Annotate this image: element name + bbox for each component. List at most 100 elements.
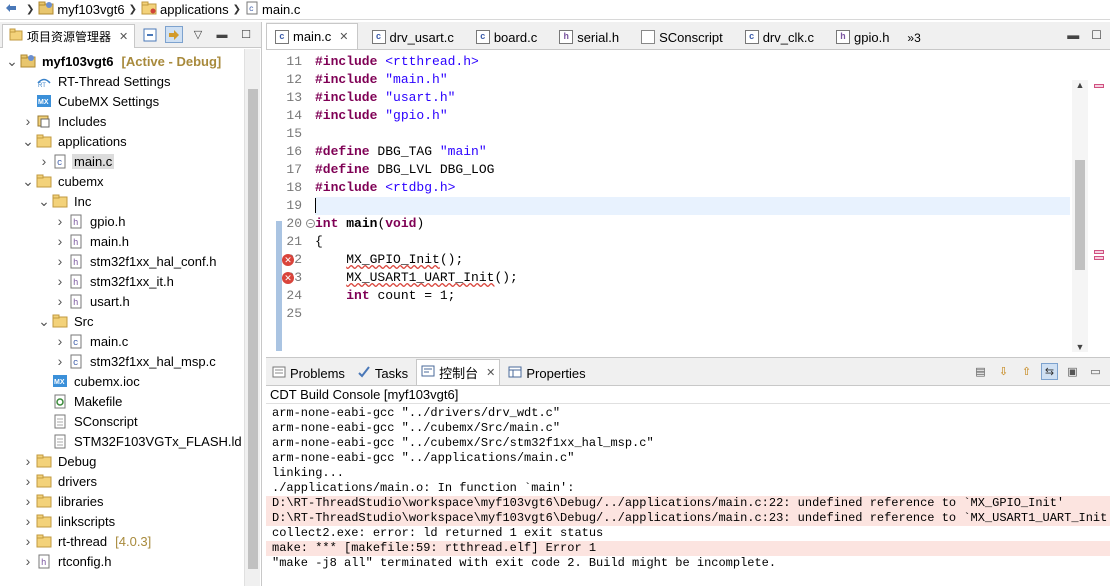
tree-item[interactable]: › Includes bbox=[22, 111, 108, 131]
tree-item[interactable]: Makefile bbox=[38, 391, 124, 411]
code-line[interactable]: MX_USART1_UART_Init(); bbox=[315, 269, 1070, 287]
code-area[interactable]: 11 12 13 14 15 16 17 18 19 20−21 22 ✕ 23 ✕ 24 25 #inclu… bbox=[266, 51, 1110, 368]
chevron-down-icon[interactable]: ⌄ bbox=[38, 313, 50, 330]
tree-item[interactable]: ⌄ cubemx bbox=[22, 171, 106, 191]
chevron-right-icon[interactable]: › bbox=[38, 153, 50, 169]
fold-toggle-icon[interactable]: − bbox=[306, 219, 315, 228]
previous-error-icon[interactable]: ⇧ bbox=[1018, 363, 1035, 380]
code-line[interactable]: MX_GPIO_Init(); bbox=[315, 251, 1070, 269]
code-line[interactable]: #define DBG_LVL DBG_LOG bbox=[315, 161, 1070, 179]
chevron-right-icon[interactable]: › bbox=[54, 353, 66, 369]
tree-item[interactable]: MX cubemx.ioc bbox=[38, 371, 142, 391]
minimize-icon[interactable]: ▬ bbox=[1067, 28, 1079, 42]
collapse-all-icon[interactable] bbox=[141, 26, 159, 43]
chevron-right-icon[interactable]: › bbox=[54, 273, 66, 289]
breadcrumb-item-project[interactable]: myf103vgt6 bbox=[38, 1, 125, 18]
tree-item[interactable]: › c stm32f1xx_hal_msp.c bbox=[54, 351, 218, 371]
tree-item[interactable]: MX CubeMX Settings bbox=[22, 91, 161, 111]
scroll-up-icon[interactable]: ▲ bbox=[1072, 80, 1088, 90]
chevron-right-icon[interactable]: › bbox=[22, 553, 34, 569]
tree-item[interactable]: › libraries bbox=[22, 491, 106, 511]
view-menu-icon[interactable]: ▽ bbox=[189, 26, 207, 43]
tree-item[interactable]: › linkscripts bbox=[22, 511, 117, 531]
error-overview-marker[interactable] bbox=[1094, 250, 1104, 254]
console-view-tab[interactable]: Problems bbox=[268, 361, 349, 385]
tree-item[interactable]: › c main.c bbox=[38, 151, 115, 171]
chevron-right-icon[interactable]: › bbox=[54, 293, 66, 309]
code-line[interactable]: { bbox=[315, 233, 1070, 251]
display-selected-console-icon[interactable]: ▭ bbox=[1087, 363, 1104, 380]
editor-tab[interactable]: h gpio.h bbox=[828, 25, 897, 49]
code-line[interactable]: int main(void) bbox=[315, 215, 1070, 233]
breadcrumb-item-file[interactable]: c main.c bbox=[245, 1, 300, 18]
error-marker-icon[interactable]: ✕ bbox=[282, 272, 294, 284]
close-icon[interactable]: ✕ bbox=[339, 30, 348, 43]
tree-item[interactable]: › h main.h bbox=[54, 231, 131, 251]
chevron-right-icon[interactable]: › bbox=[54, 233, 66, 249]
tree-item[interactable]: ⌄ applications bbox=[22, 131, 129, 151]
code-line[interactable] bbox=[315, 305, 1070, 323]
nav-back-icon[interactable] bbox=[4, 1, 18, 18]
chevron-right-icon[interactable]: › bbox=[54, 213, 66, 229]
scrollbar-thumb[interactable] bbox=[1075, 160, 1085, 270]
link-with-editor-icon[interactable] bbox=[165, 26, 183, 43]
chevron-right-icon[interactable]: › bbox=[22, 493, 34, 509]
code-line[interactable] bbox=[315, 125, 1070, 143]
project-tree-scrollbar[interactable] bbox=[244, 49, 260, 586]
tree-item[interactable]: STM32F103VGTx_FLASH.ld bbox=[38, 431, 244, 451]
tree-item[interactable]: › drivers bbox=[22, 471, 99, 491]
chevron-down-icon[interactable]: ⌄ bbox=[22, 173, 34, 190]
tree-item[interactable]: › c main.c bbox=[54, 331, 130, 351]
scrollbar-thumb[interactable] bbox=[248, 89, 258, 569]
chevron-right-icon[interactable]: › bbox=[54, 253, 66, 269]
code-text[interactable]: #include <rtthread.h> #include "main.h" #i… bbox=[315, 51, 1070, 352]
tree-item[interactable]: › h stm32f1xx_hal_conf.h bbox=[54, 251, 218, 271]
chevron-right-icon[interactable]: › bbox=[22, 533, 34, 549]
code-line[interactable]: #include <rtthread.h> bbox=[315, 53, 1070, 71]
editor-tab[interactable]: c board.c bbox=[468, 25, 545, 49]
open-console-icon[interactable]: ▣ bbox=[1064, 363, 1081, 380]
tree-item[interactable]: › h gpio.h bbox=[54, 211, 127, 231]
editor-tab[interactable]: SConscript bbox=[633, 25, 731, 49]
chevron-right-icon[interactable]: › bbox=[54, 333, 66, 349]
chevron-down-icon[interactable]: ⌄ bbox=[38, 193, 50, 210]
tree-item[interactable]: RT RT-Thread Settings bbox=[22, 71, 172, 91]
close-icon[interactable]: ✕ bbox=[119, 30, 128, 43]
error-overview-marker[interactable] bbox=[1094, 84, 1104, 88]
tree-item[interactable]: ⌄ Inc bbox=[38, 191, 93, 211]
tree-item[interactable]: ⌄ Src bbox=[38, 311, 96, 331]
tree-item[interactable]: ⌄ myf103vgt6 [Active - Debug] bbox=[6, 51, 221, 71]
editor-tab[interactable]: c drv_clk.c bbox=[737, 25, 822, 49]
scroll-lock-icon[interactable]: ⇆ bbox=[1041, 363, 1058, 380]
tree-item[interactable]: › h stm32f1xx_it.h bbox=[54, 271, 176, 291]
tree-item[interactable]: › h rtconfig.h bbox=[22, 551, 113, 571]
error-marker-icon[interactable]: ✕ bbox=[282, 254, 294, 266]
code-line[interactable]: #define DBG_TAG "main" bbox=[315, 143, 1070, 161]
next-error-icon[interactable]: ⇩ bbox=[995, 363, 1012, 380]
chevron-down-icon[interactable]: ⌄ bbox=[6, 53, 18, 70]
console-list-icon[interactable]: ▤ bbox=[972, 363, 989, 380]
code-line[interactable]: #include <rtdbg.h> bbox=[315, 179, 1070, 197]
code-line[interactable]: #include "main.h" bbox=[315, 71, 1070, 89]
console-view-tab[interactable]: Tasks bbox=[353, 361, 412, 385]
minimize-icon[interactable]: ▬ bbox=[213, 26, 231, 43]
console-output[interactable]: arm-none-eabi-gcc "../drivers/drv_wdt.c"… bbox=[266, 406, 1110, 586]
tree-item[interactable]: › h usart.h bbox=[54, 291, 132, 311]
tab-overflow[interactable]: »3 bbox=[907, 31, 920, 45]
tree-item[interactable]: › rt-thread [4.0.3] bbox=[22, 531, 152, 551]
tab-project-explorer[interactable]: 项目资源管理器 ✕ bbox=[2, 23, 136, 48]
chevron-right-icon[interactable]: › bbox=[22, 513, 34, 529]
tree-item[interactable]: SConscript bbox=[38, 411, 140, 431]
chevron-down-icon[interactable]: ⌄ bbox=[22, 133, 34, 150]
scroll-down-icon[interactable]: ▼ bbox=[1072, 342, 1088, 352]
tree-item[interactable]: › Debug bbox=[22, 451, 98, 471]
chevron-right-icon[interactable]: › bbox=[22, 473, 34, 489]
code-line[interactable] bbox=[315, 197, 1070, 215]
chevron-right-icon[interactable]: › bbox=[22, 113, 34, 129]
code-line[interactable]: #include "usart.h" bbox=[315, 89, 1070, 107]
close-icon[interactable]: ✕ bbox=[486, 366, 495, 379]
console-view-tab[interactable]: 控制台 ✕ bbox=[416, 359, 501, 385]
editor-tab[interactable]: c drv_usart.c bbox=[364, 25, 462, 49]
error-overview-marker[interactable] bbox=[1094, 256, 1104, 260]
maximize-icon[interactable]: ☐ bbox=[1091, 28, 1102, 42]
